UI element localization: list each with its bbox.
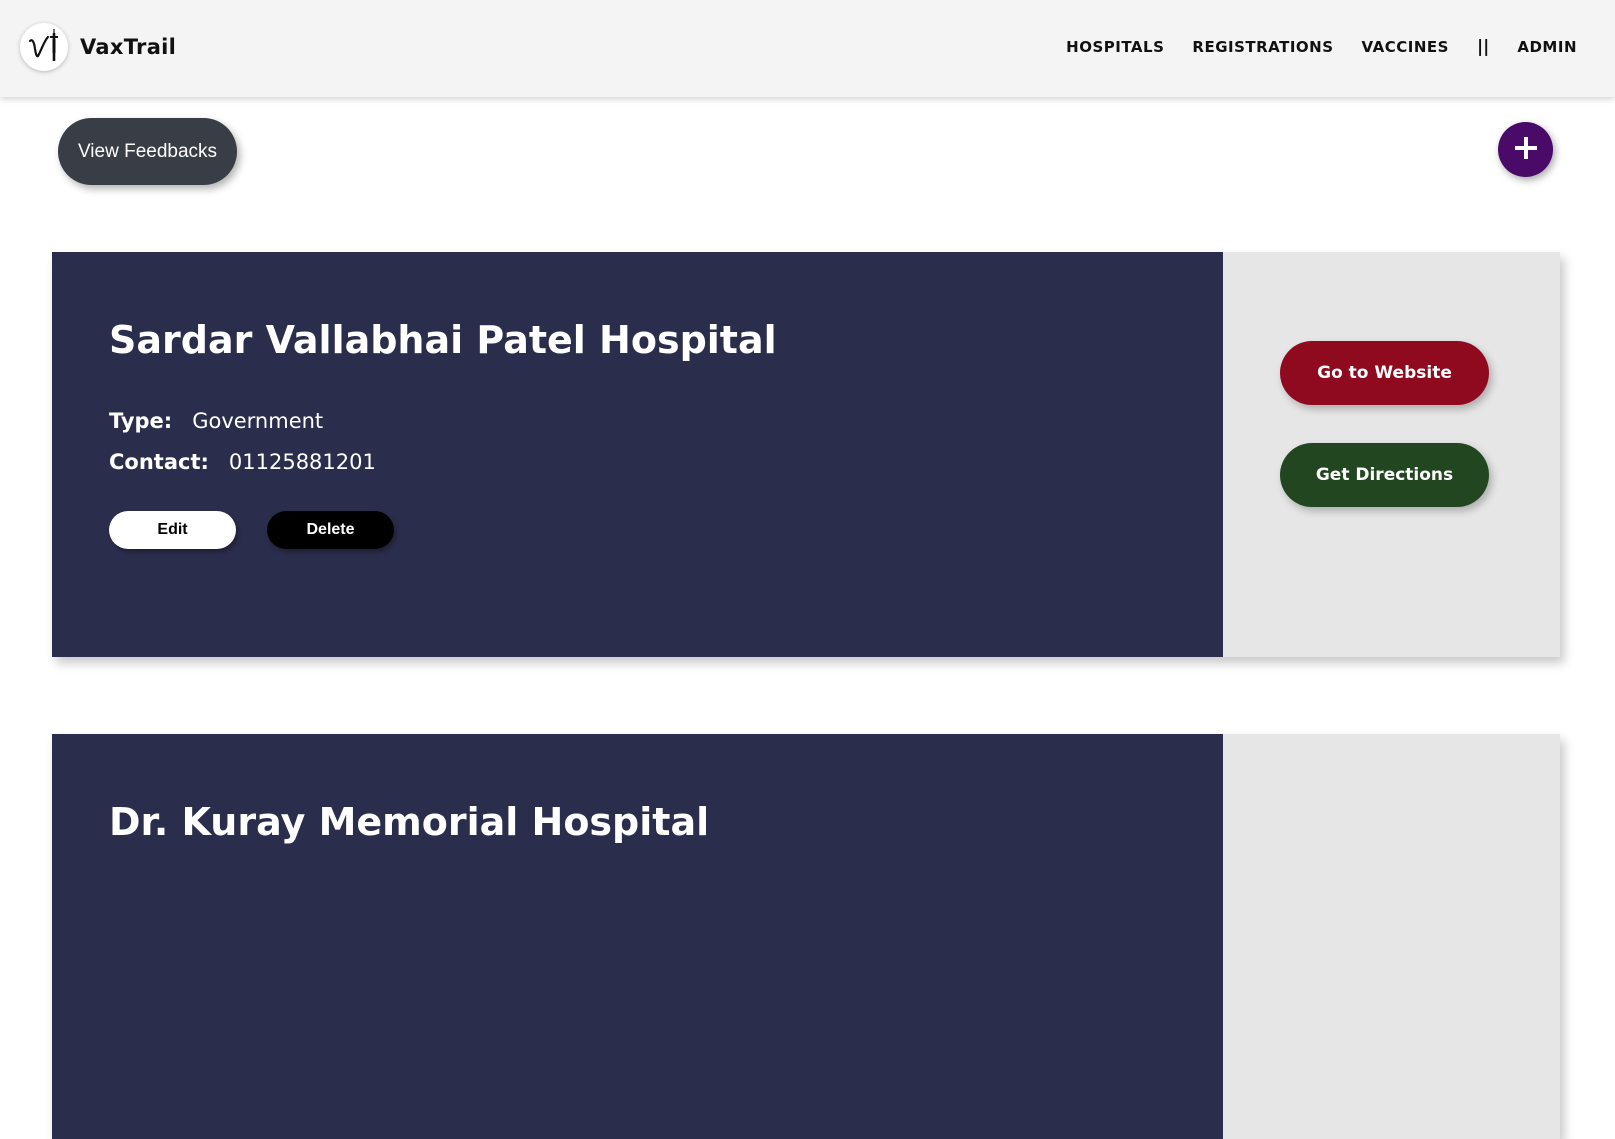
hospital-card-actions <box>1223 734 1560 1139</box>
hospital-contact-row: Contact: 01125881201 <box>109 450 376 474</box>
hospital-card-actions: Go to Website Get Directions <box>1223 252 1560 657</box>
type-label: Type: <box>109 409 173 433</box>
go-to-website-button[interactable]: Go to Website <box>1280 341 1489 405</box>
nav-vaccines-link[interactable]: VACCINES <box>1362 36 1449 58</box>
hospital-name: Dr. Kuray Memorial Hospital <box>109 800 710 844</box>
hospital-card: Dr. Kuray Memorial Hospital <box>52 734 1560 1139</box>
get-directions-button[interactable]: Get Directions <box>1280 443 1489 507</box>
contact-label: Contact: <box>109 450 209 474</box>
edit-button[interactable]: Edit <box>109 511 236 549</box>
navbar: VaxTrail HOSPITALS REGISTRATIONS VACCINE… <box>0 0 1615 97</box>
hospital-name: Sardar Vallabhai Patel Hospital <box>109 318 777 362</box>
hospital-card: Sardar Vallabhai Patel Hospital Type: Go… <box>52 252 1560 657</box>
nav-registrations-link[interactable]: REGISTRATIONS <box>1192 36 1333 58</box>
delete-button[interactable]: Delete <box>267 511 394 549</box>
nav-separator: || <box>1476 37 1490 57</box>
hospital-card-info: Sardar Vallabhai Patel Hospital Type: Go… <box>52 252 1223 657</box>
nav-hospitals-link[interactable]: HOSPITALS <box>1066 36 1164 58</box>
nav-links: HOSPITALS REGISTRATIONS VACCINES || ADMI… <box>1038 36 1577 58</box>
hospital-card-info: Dr. Kuray Memorial Hospital <box>52 734 1223 1139</box>
view-feedbacks-button[interactable]: View Feedbacks <box>58 118 237 185</box>
plus-icon <box>1512 134 1540 165</box>
hospital-type-row: Type: Government <box>109 409 323 433</box>
nav-admin-link[interactable]: ADMIN <box>1517 36 1577 58</box>
type-value: Government <box>192 409 324 433</box>
brand-name: VaxTrail <box>80 35 177 59</box>
syringe-vt-logo-icon <box>20 23 68 71</box>
add-hospital-button[interactable] <box>1498 122 1553 177</box>
contact-value: 01125881201 <box>228 450 376 474</box>
brand-link[interactable]: VaxTrail <box>20 23 176 71</box>
